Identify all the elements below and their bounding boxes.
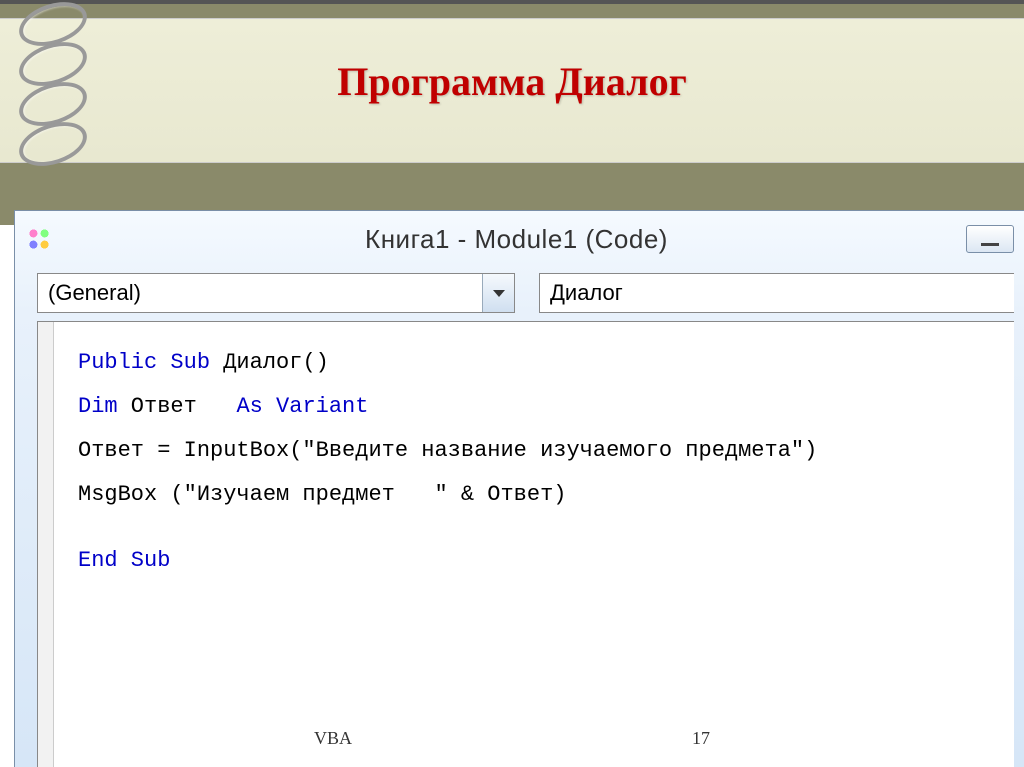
object-dropdown-value: (General) (38, 276, 482, 310)
window-titlebar: Книга1 - Module1 (Code) (15, 211, 1024, 267)
spiral-binding (10, 4, 95, 164)
code-margin (38, 322, 54, 767)
procedure-dropdown-value: Диалог (540, 276, 1014, 310)
vba-code-window: Книга1 - Module1 (Code) (General) Диалог… (14, 210, 1024, 767)
footer-label: VBA (314, 728, 352, 749)
code-text[interactable]: Public Sub Диалог() Dim Ответ As Variant… (38, 322, 1014, 582)
object-dropdown-button[interactable] (482, 274, 514, 312)
minimize-button[interactable] (966, 225, 1014, 253)
slide-footer: VBA 17 (0, 728, 1024, 749)
window-title: Книга1 - Module1 (Code) (67, 224, 966, 255)
page-number: 17 (692, 728, 710, 749)
minimize-icon (981, 243, 999, 246)
object-dropdown[interactable]: (General) (37, 273, 515, 313)
slide-title: Программа Диалог (0, 58, 1024, 105)
code-editor-pane[interactable]: Public Sub Диалог() Dim Ответ As Variant… (37, 321, 1014, 767)
slide-banner: Программа Диалог (0, 0, 1024, 225)
chevron-down-icon (493, 290, 505, 297)
vba-app-icon (25, 225, 53, 253)
procedure-dropdown[interactable]: Диалог (539, 273, 1014, 313)
code-dropdown-row: (General) Диалог (15, 267, 1024, 321)
